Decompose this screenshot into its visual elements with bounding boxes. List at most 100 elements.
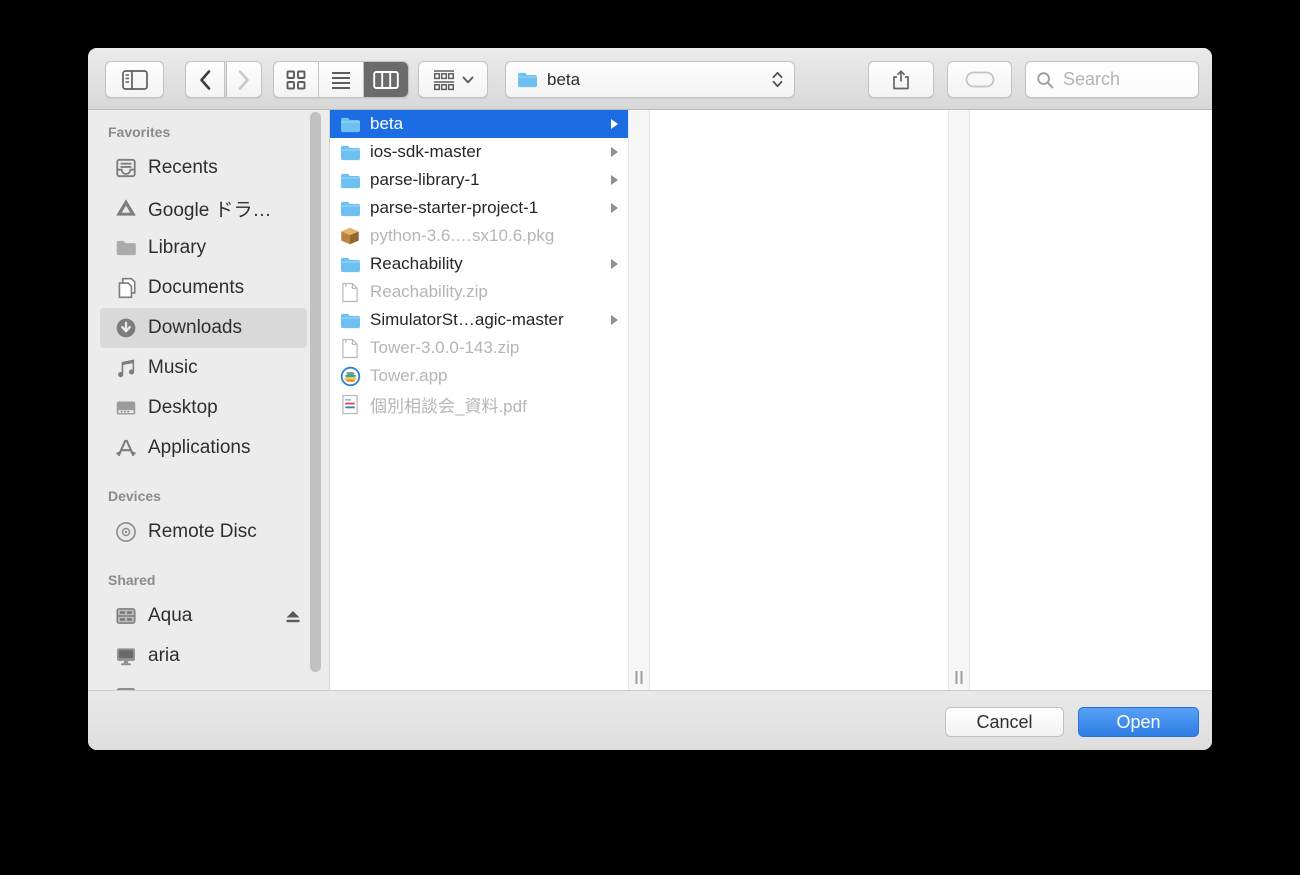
share-icon: [890, 69, 912, 91]
sidebar-item-remote-disc[interactable]: Remote Disc: [100, 512, 307, 552]
recents-icon: [114, 156, 138, 180]
folder-file-icon: [338, 115, 362, 134]
file-name: python-3.6.…sx10.6.pkg: [370, 226, 555, 245]
sidebar-item-recents[interactable]: Recents: [100, 148, 307, 188]
sidebar-section-title: Shared: [108, 572, 156, 588]
disclosure-arrow-icon: [611, 259, 618, 269]
gdrive-icon: [114, 196, 138, 220]
forward-button[interactable]: [226, 61, 262, 98]
view-mode-column-view-button[interactable]: [363, 62, 408, 97]
column-view-icon: [373, 70, 399, 90]
file-row-tower-app[interactable]: Tower.app: [330, 362, 628, 390]
open-button[interactable]: Open: [1078, 707, 1199, 737]
content-area: Favorites Recents Google ドラ… Library Documen…: [88, 110, 1212, 690]
view-mode-segmented-control: [273, 61, 409, 98]
sidebar-scrollbar[interactable]: [310, 112, 321, 672]
sidebar-item-documents[interactable]: Documents: [100, 268, 307, 308]
music-icon: [114, 356, 138, 380]
server-icon: [114, 604, 138, 628]
folder-icon: [516, 70, 539, 89]
sidebar-item-downloads[interactable]: Downloads: [100, 308, 307, 348]
sidebar-item-label: Aqua: [148, 605, 193, 626]
file-row-ios-sdk-master[interactable]: ios-sdk-master: [330, 138, 628, 166]
sidebar-item-library[interactable]: Library: [100, 228, 307, 268]
chevron-down-icon: [462, 76, 474, 84]
column-resize-handle[interactable]: [955, 671, 963, 684]
column-resize-handle[interactable]: [635, 671, 643, 684]
downloads-icon: [114, 316, 138, 340]
file-row-python-3-6-sx10-6-pkg[interactable]: python-3.6.…sx10.6.pkg: [330, 222, 628, 250]
back-button[interactable]: [185, 61, 225, 98]
file-name: Reachability: [370, 254, 463, 273]
tag-icon: [965, 71, 995, 88]
library-folder-icon: [114, 236, 138, 260]
disc-icon: [114, 520, 138, 544]
group-by-button[interactable]: [418, 61, 488, 98]
file-name: Reachability.zip: [370, 282, 488, 301]
file-row-parse-library-1[interactable]: parse-library-1: [330, 166, 628, 194]
sidebar-section-favorites: Favorites Recents Google ドラ… Library Documen…: [88, 120, 329, 468]
file-row-simulatorst-agic-master[interactable]: SimulatorSt…agic-master: [330, 306, 628, 334]
folder-file-icon: [338, 311, 362, 330]
folder-file-icon: [338, 199, 362, 218]
zip-file-icon: [338, 282, 362, 303]
sidebar-item-label: Documents: [148, 277, 245, 298]
disclosure-arrow-icon: [611, 175, 618, 185]
sidebar-item-label: Library: [148, 237, 207, 258]
open-file-dialog: beta Favorites Recents Google ドラ… Library Do…: [88, 48, 1212, 750]
sidebar-item-label: Recents: [148, 157, 218, 178]
folder-file-icon: [338, 171, 362, 190]
sidebar-item-label: Desktop: [148, 397, 218, 418]
tag-button[interactable]: [947, 61, 1012, 98]
sidebar-item-partial[interactable]: [100, 676, 307, 690]
sidebar-item-aria[interactable]: aria: [100, 636, 307, 676]
sidebar-section-shared: Shared Aqua aria: [88, 568, 329, 690]
display-icon: [114, 644, 138, 668]
sidebar-item-label: Applications: [148, 437, 251, 458]
file-name: Tower-3.0.0-143.zip: [370, 338, 520, 357]
sidebar-item-aqua[interactable]: Aqua: [100, 596, 307, 636]
dialog-footer: Cancel Open: [88, 690, 1212, 750]
empty-column: [970, 110, 1212, 690]
grid-view-icon: [285, 69, 307, 91]
folder-file-icon: [338, 255, 362, 274]
sidebar-item-label: Downloads: [148, 317, 242, 338]
file-row-beta[interactable]: beta: [330, 110, 628, 138]
file-name: parse-library-1: [370, 170, 480, 189]
file-row-pdf[interactable]: 個別相談会_資料.pdf: [330, 390, 628, 418]
file-name: beta: [370, 114, 404, 133]
sidebar-item-applications[interactable]: Applications: [100, 428, 307, 468]
share-button[interactable]: [868, 61, 934, 98]
sidebar: Favorites Recents Google ドラ… Library Documen…: [88, 110, 330, 690]
sidebar-item-label: Music: [148, 357, 198, 378]
pdf-file-icon: [338, 394, 362, 415]
pkg-file-icon: [338, 226, 362, 246]
location-popup[interactable]: beta: [505, 61, 795, 98]
eject-icon[interactable]: [281, 609, 305, 624]
disclosure-arrow-icon: [611, 203, 618, 213]
sidebar-toggle-button[interactable]: [105, 61, 164, 98]
sidebar-item-google[interactable]: Google ドラ…: [100, 188, 307, 228]
view-mode-icon-view-button[interactable]: [274, 62, 318, 97]
search-input[interactable]: [1061, 68, 1179, 91]
file-row-parse-starter-project-1[interactable]: parse-starter-project-1: [330, 194, 628, 222]
tower-app-icon: [338, 366, 362, 387]
file-name: ios-sdk-master: [370, 142, 482, 161]
file-name: parse-starter-project-1: [370, 198, 539, 217]
view-mode-list-view-button[interactable]: [318, 62, 363, 97]
search-field[interactable]: [1025, 61, 1199, 98]
file-row-reachability[interactable]: Reachability: [330, 250, 628, 278]
updown-chevron-icon: [771, 71, 784, 88]
sidebar-item-label: Google ドラ…: [148, 199, 272, 221]
forward-icon: [237, 69, 251, 91]
sidebar-item-desktop[interactable]: Desktop: [100, 388, 307, 428]
file-row-tower-3-0-0-143-zip[interactable]: Tower-3.0.0-143.zip: [330, 334, 628, 362]
empty-column: [650, 110, 948, 690]
cancel-button[interactable]: Cancel: [945, 707, 1064, 737]
zip-file-icon: [338, 338, 362, 359]
back-icon: [198, 69, 212, 91]
toolbar: beta: [88, 48, 1212, 110]
disclosure-arrow-icon: [611, 147, 618, 157]
sidebar-item-music[interactable]: Music: [100, 348, 307, 388]
file-row-reachability-zip[interactable]: Reachability.zip: [330, 278, 628, 306]
